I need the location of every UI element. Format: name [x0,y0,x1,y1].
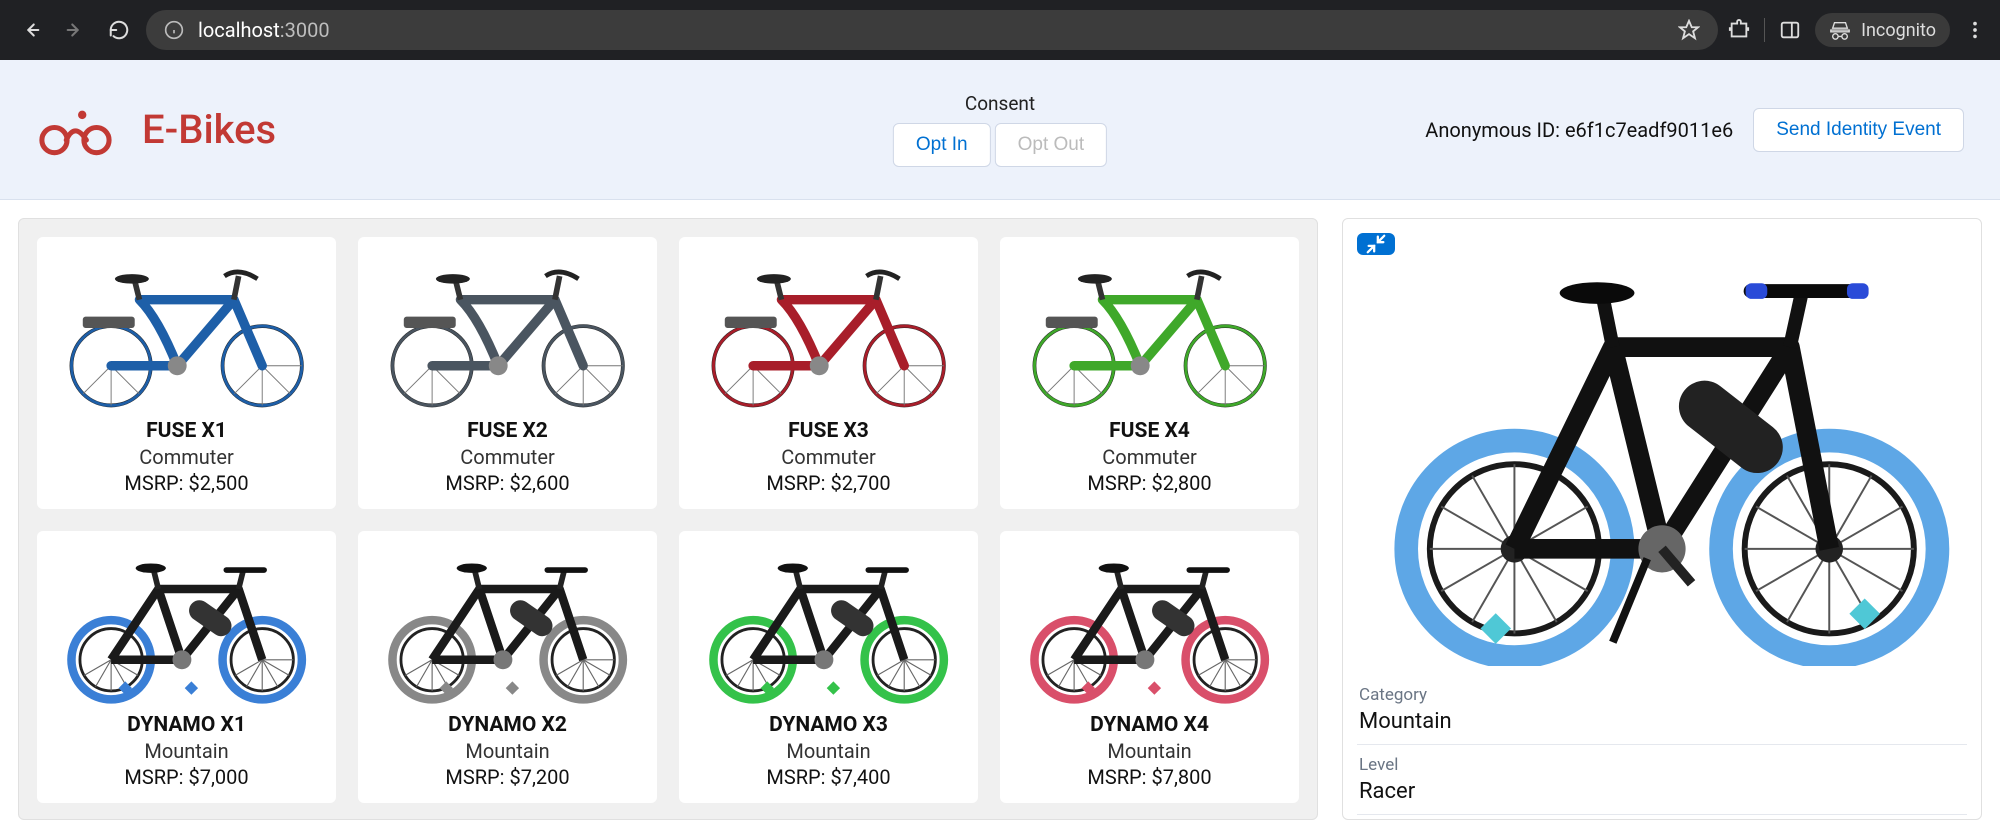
product-category: Commuter [364,445,651,469]
product-name: DYNAMO X4 [1006,713,1293,737]
anonymous-id-label: Anonymous ID: e6f1c7eadf9011e6 [1425,118,1733,142]
product-msrp: MSRP: $7,400 [685,765,972,789]
product-card[interactable]: FUSE X4 Commuter MSRP: $2,800 [1000,237,1299,509]
address-bar[interactable]: localhost:3000 [146,10,1718,50]
incognito-icon [1829,19,1851,41]
bike-icon [687,537,970,707]
bike-icon [687,243,970,413]
brand: E-Bikes [36,100,276,160]
back-button[interactable] [14,13,48,47]
incognito-badge[interactable]: Incognito [1815,13,1950,47]
product-name: DYNAMO X1 [43,713,330,737]
product-category: Mountain [43,739,330,763]
bike-icon [366,537,649,707]
product-card[interactable]: DYNAMO X2 Mountain MSRP: $7,200 [358,531,657,803]
product-image [43,243,330,413]
detail-product-image [1357,225,1967,675]
product-detail-panel: Category Mountain Level Racer MSRP [1342,218,1982,820]
brand-name: E-Bikes [142,106,276,153]
consent-title: Consent [893,92,1107,115]
product-image [685,243,972,413]
main: FUSE X1 Commuter MSRP: $2,500 FUSE X2 Co… [0,200,2000,838]
incognito-label: Incognito [1861,20,1936,41]
extensions-icon[interactable] [1728,19,1750,41]
product-name: FUSE X3 [685,419,972,443]
product-card[interactable]: FUSE X3 Commuter MSRP: $2,700 [679,237,978,509]
browser-chrome: localhost:3000 Incognito [0,0,2000,60]
bike-icon [45,537,328,707]
reload-button[interactable] [102,13,136,47]
url-text: localhost:3000 [198,18,330,42]
product-msrp: MSRP: $7,800 [1006,765,1293,789]
bookmark-star-icon[interactable] [1678,19,1700,41]
product-name: FUSE X2 [364,419,651,443]
product-image [364,243,651,413]
product-msrp: MSRP: $2,500 [43,471,330,495]
product-card[interactable]: DYNAMO X4 Mountain MSRP: $7,800 [1000,531,1299,803]
product-msrp: MSRP: $2,600 [364,471,651,495]
forward-button[interactable] [58,13,92,47]
send-identity-button[interactable]: Send Identity Event [1753,108,1964,152]
product-card[interactable]: FUSE X1 Commuter MSRP: $2,500 [37,237,336,509]
product-msrp: MSRP: $7,200 [364,765,651,789]
product-category: Mountain [685,739,972,763]
bike-icon [1008,537,1291,707]
bike-icon [366,243,649,413]
field-value: Racer [1359,779,1965,804]
bike-icon [1008,243,1291,413]
product-name: FUSE X1 [43,419,330,443]
product-category: Commuter [43,445,330,469]
separator [1764,18,1765,42]
bike-icon [1357,234,1967,667]
product-image [1006,537,1293,707]
field-label: Category [1359,685,1965,705]
bike-icon [45,243,328,413]
product-category: Mountain [1006,739,1293,763]
product-image [364,537,651,707]
product-category: Commuter [685,445,972,469]
product-msrp: MSRP: $7,000 [43,765,330,789]
panel-icon[interactable] [1779,19,1801,41]
site-info-icon [164,20,184,40]
app-header: E-Bikes Consent Opt In Opt Out Anonymous… [0,60,2000,200]
kebab-menu-icon[interactable] [1964,19,1986,41]
opt-in-button[interactable]: Opt In [893,123,991,167]
product-name: FUSE X4 [1006,419,1293,443]
opt-out-button: Opt Out [995,123,1108,167]
product-card[interactable]: DYNAMO X1 Mountain MSRP: $7,000 [37,531,336,803]
product-name: DYNAMO X3 [685,713,972,737]
product-msrp: MSRP: $2,800 [1006,471,1293,495]
product-msrp: MSRP: $2,700 [685,471,972,495]
product-card[interactable]: FUSE X2 Commuter MSRP: $2,600 [358,237,657,509]
arrow-left-icon [20,19,42,41]
product-image [685,537,972,707]
detail-field-level: Level Racer [1357,744,1967,814]
field-label: Level [1359,755,1965,775]
product-card[interactable]: DYNAMO X3 Mountain MSRP: $7,400 [679,531,978,803]
consent-block: Consent Opt In Opt Out [893,92,1107,167]
product-category: Mountain [364,739,651,763]
reload-icon [108,19,130,41]
product-grid: FUSE X1 Commuter MSRP: $2,500 FUSE X2 Co… [18,218,1318,820]
field-value: Mountain [1359,709,1965,734]
product-image [43,537,330,707]
detail-field-category: Category Mountain [1357,675,1967,744]
product-category: Commuter [1006,445,1293,469]
detail-field-msrp: MSRP [1357,814,1967,820]
product-image [1006,243,1293,413]
product-name: DYNAMO X2 [364,713,651,737]
logo-bike-icon [36,100,120,160]
arrow-right-icon [64,19,86,41]
